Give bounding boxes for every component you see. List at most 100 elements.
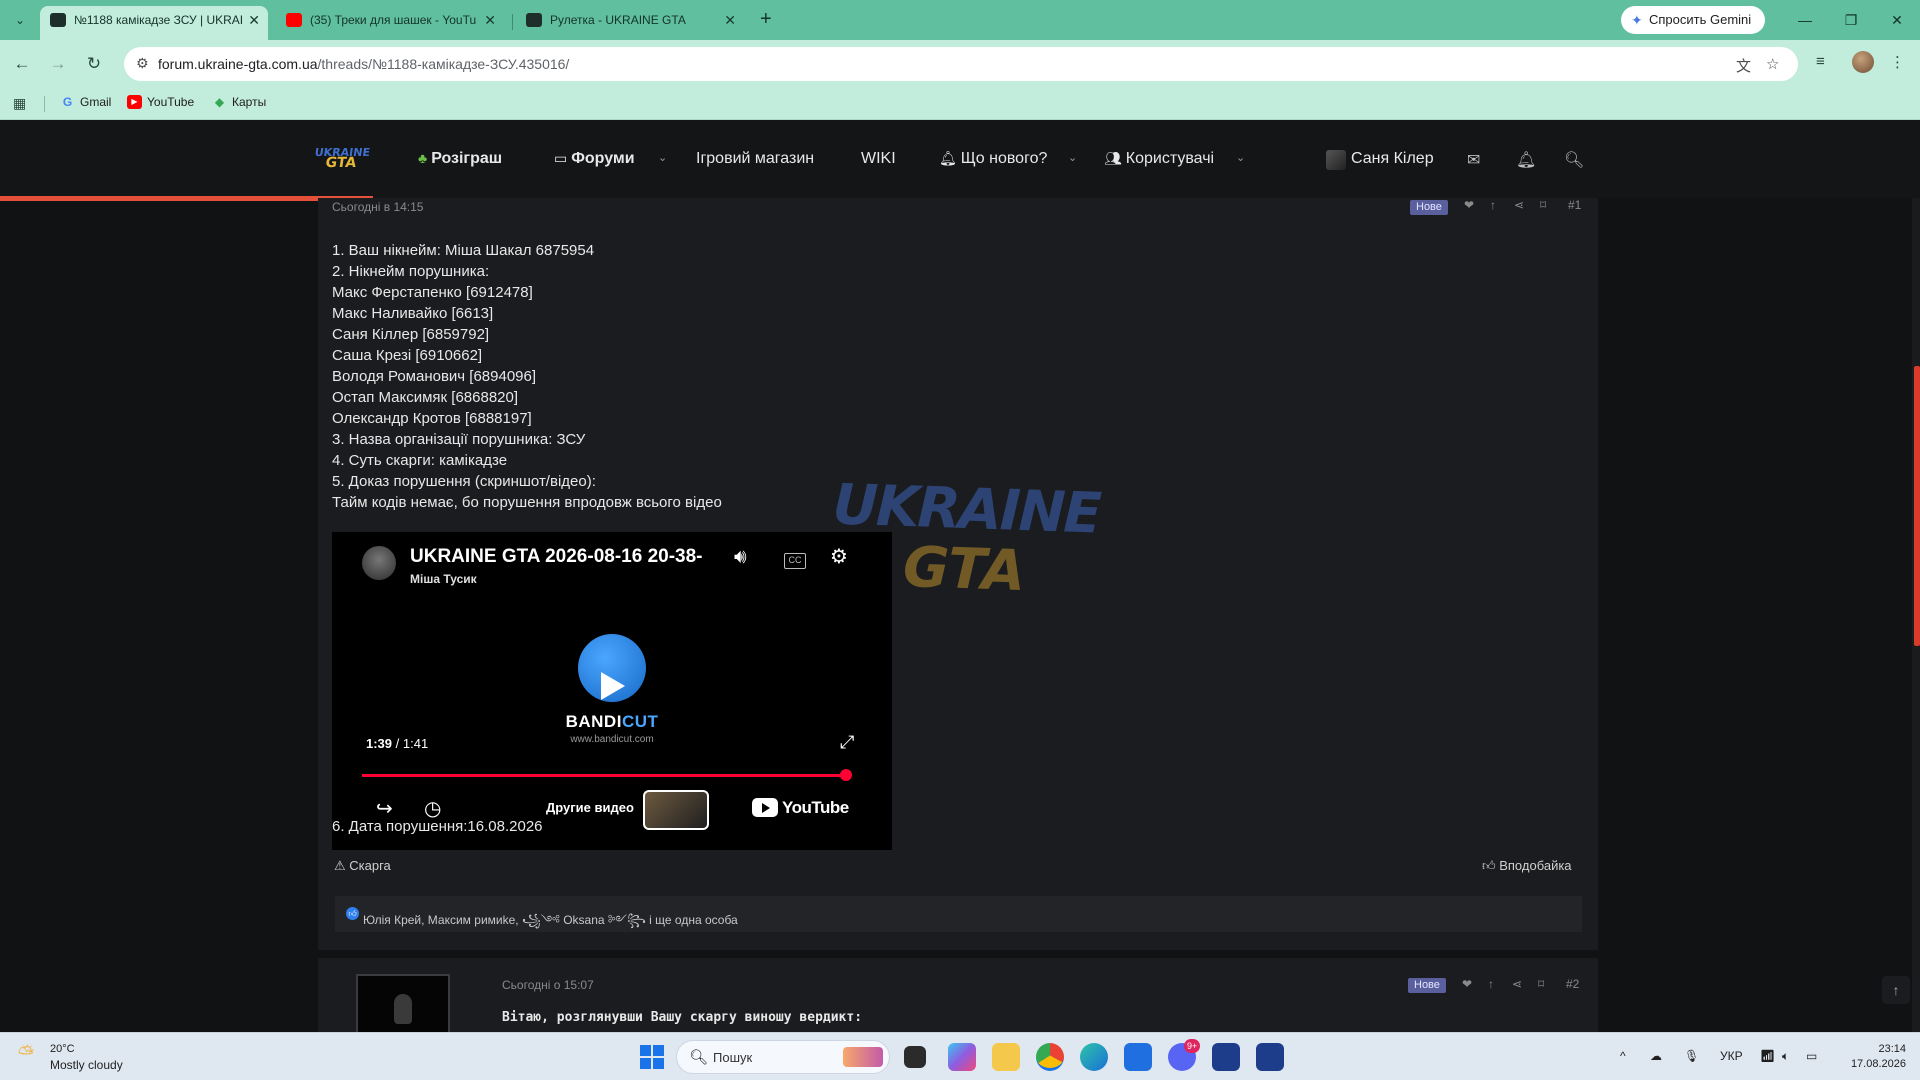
arrow-up-icon[interactable]: ↑ bbox=[1488, 977, 1494, 991]
video-progress-bar[interactable] bbox=[362, 774, 846, 777]
system-clock[interactable]: 23:14 17.08.2026 bbox=[1842, 1042, 1906, 1072]
bookmark-icon[interactable]: ⌑ bbox=[1540, 198, 1546, 212]
translate-icon[interactable]: 文 bbox=[1736, 55, 1751, 76]
file-explorer-icon[interactable] bbox=[992, 1043, 1020, 1071]
search-icon[interactable]: 🔍︎ bbox=[1564, 150, 1584, 170]
minimize-icon[interactable]: — bbox=[1790, 8, 1820, 32]
url-text[interactable]: forum.ukraine-gta.com.ua/threads/№1188-к… bbox=[158, 56, 569, 72]
nav-whats-new[interactable]: 🔔︎ Що нового? bbox=[939, 150, 1047, 168]
tab-roulette[interactable]: Рулетка - UKRAINE GTA ✕ bbox=[516, 6, 744, 40]
youtube-embed[interactable]: UKRAINE GTA 2026-08-16 20-38- Міша Тусик… bbox=[332, 532, 892, 850]
site-info-icon[interactable]: ⚙ bbox=[136, 55, 149, 72]
channel-avatar[interactable] bbox=[362, 546, 396, 580]
tab-youtube[interactable]: (35) Треки для шашек - YouTu ✕ bbox=[276, 6, 504, 40]
reload-icon[interactable]: ↻ bbox=[82, 52, 106, 76]
youtube-logo[interactable]: YouTube bbox=[752, 798, 849, 818]
close-tab-icon[interactable]: ✕ bbox=[724, 6, 736, 34]
post-number[interactable]: #2 bbox=[1566, 977, 1579, 991]
post-date[interactable]: Сьогодні о 15:07 bbox=[502, 978, 594, 992]
keyboard-language[interactable]: УКР bbox=[1720, 1049, 1743, 1063]
reaction-icon[interactable]: ❤ bbox=[1464, 198, 1474, 212]
nav-shop[interactable]: Ігровий магазин bbox=[696, 150, 814, 168]
like-button[interactable]: 👍︎ Вподобайка bbox=[1482, 858, 1572, 874]
profile-avatar[interactable] bbox=[1852, 51, 1874, 73]
apps-grid-icon[interactable]: ▦ bbox=[13, 95, 26, 112]
more-videos-thumbnail[interactable] bbox=[643, 790, 709, 830]
browser-menu-icon[interactable]: ⋮ bbox=[1890, 53, 1905, 71]
task-view-icon[interactable] bbox=[904, 1046, 926, 1068]
store-icon[interactable] bbox=[1124, 1043, 1152, 1071]
search-placeholder: Пошук bbox=[713, 1050, 753, 1065]
tab-search-icon[interactable]: ⌄ bbox=[10, 10, 30, 30]
wifi-icon[interactable]: 📶︎ bbox=[1760, 1049, 1775, 1063]
youtube-play-icon bbox=[752, 798, 778, 817]
chat-bubble-icon: ▭ bbox=[554, 150, 568, 166]
scrollbar-thumb[interactable] bbox=[1914, 366, 1920, 646]
weather-cloud-sun-icon[interactable]: ⛅︎ bbox=[18, 1043, 44, 1067]
arrow-up-icon[interactable]: ↑ bbox=[1490, 198, 1496, 212]
report-button[interactable]: ⚠ Скарга bbox=[334, 858, 391, 874]
play-icon[interactable] bbox=[601, 672, 625, 700]
more-videos-label[interactable]: Другие видео bbox=[546, 800, 634, 815]
post-number[interactable]: #1 bbox=[1568, 198, 1581, 212]
tray-chevron-up-icon[interactable]: ^ bbox=[1620, 1049, 1626, 1063]
speaker-icon[interactable]: 🔈︎ bbox=[1782, 1049, 1789, 1064]
video-title[interactable]: UKRAINE GTA 2026-08-16 20-38- bbox=[410, 546, 710, 568]
media-controls-icon[interactable]: ≡ bbox=[1816, 53, 1825, 70]
scroll-to-top-arrow-icon[interactable]: ↑ bbox=[1882, 976, 1910, 1004]
address-bar[interactable]: ⚙ forum.ukraine-gta.com.ua/threads/№1188… bbox=[124, 47, 1798, 81]
bookmark-gmail[interactable]: G Gmail bbox=[60, 95, 112, 109]
url-path: /threads/№1188-камікадзе-ЗСУ.435016/ bbox=[317, 56, 570, 72]
game-launcher-2-icon[interactable] bbox=[1256, 1043, 1284, 1071]
inbox-mail-icon[interactable]: ✉ bbox=[1467, 150, 1480, 170]
captions-icon[interactable]: CC bbox=[784, 553, 806, 569]
chevron-down-icon[interactable]: ⌄ bbox=[1236, 151, 1245, 164]
game-launcher-icon[interactable] bbox=[1212, 1043, 1240, 1071]
taskbar-search-input[interactable]: 🔍︎ Пошук bbox=[676, 1040, 890, 1074]
author-avatar[interactable] bbox=[356, 974, 450, 1032]
bookmark-star-icon[interactable]: ☆ bbox=[1766, 55, 1779, 73]
windows-start-icon[interactable] bbox=[640, 1045, 664, 1069]
user-avatar[interactable] bbox=[1326, 150, 1346, 170]
onedrive-cloud-icon[interactable]: ☁ bbox=[1650, 1049, 1662, 1063]
chevron-down-icon[interactable]: ⌄ bbox=[1068, 151, 1077, 164]
video-scrubber[interactable] bbox=[840, 769, 852, 781]
bookmark-youtube[interactable]: ▶ YouTube bbox=[127, 95, 194, 109]
chrome-icon[interactable] bbox=[1036, 1043, 1064, 1071]
share-icon[interactable]: ⋖ bbox=[1514, 198, 1524, 212]
weather-desc[interactable]: Mostly cloudy bbox=[50, 1058, 123, 1072]
site-logo[interactable]: UKRAINE GTA bbox=[309, 146, 373, 177]
nav-wiki[interactable]: WIKI bbox=[861, 150, 896, 168]
close-window-icon[interactable]: ✕ bbox=[1882, 8, 1912, 32]
restore-icon[interactable]: ❐ bbox=[1836, 8, 1866, 32]
nav-username[interactable]: Саня Кілер bbox=[1351, 150, 1434, 168]
share-icon[interactable]: ⋖ bbox=[1512, 977, 1522, 991]
battery-icon[interactable]: ▭ bbox=[1806, 1049, 1817, 1063]
back-arrow-icon[interactable]: ← bbox=[10, 52, 34, 76]
close-tab-icon[interactable]: ✕ bbox=[248, 6, 260, 34]
edge-icon[interactable] bbox=[1080, 1043, 1108, 1071]
chevron-down-icon[interactable]: ⌄ bbox=[658, 151, 667, 164]
tab-forum-thread[interactable]: №1188 камікадзе ЗСУ | UKRAI ✕ bbox=[40, 6, 268, 40]
weather-temp[interactable]: 20°C bbox=[50, 1043, 75, 1055]
report-label: Скарга bbox=[349, 858, 391, 873]
nav-forums[interactable]: ▭ Форуми bbox=[554, 150, 635, 168]
new-tab-plus-icon[interactable]: + bbox=[760, 8, 772, 31]
post-date[interactable]: Сьогодні в 14:15 bbox=[332, 200, 423, 214]
ask-gemini-button[interactable]: ✦ Спросить Gemini bbox=[1621, 6, 1765, 34]
bookmark-maps[interactable]: ◆ Карты bbox=[212, 95, 266, 109]
microphone-icon[interactable]: 🎙︎ bbox=[1684, 1049, 1699, 1063]
reactions-list[interactable]: Юлія Крей, Максим римиkе, ꧁༺ Oksana ༻꧂ і… bbox=[363, 907, 738, 941]
copilot-365-icon[interactable] bbox=[948, 1043, 976, 1071]
alerts-bell-icon[interactable]: 🔔︎ bbox=[1516, 150, 1536, 170]
video-channel[interactable]: Міша Тусик bbox=[410, 572, 477, 586]
close-tab-icon[interactable]: ✕ bbox=[484, 6, 496, 34]
reaction-icon[interactable]: ❤ bbox=[1462, 977, 1472, 991]
forward-arrow-icon[interactable]: → bbox=[46, 52, 70, 76]
fullscreen-icon[interactable]: ⤢ bbox=[840, 732, 854, 753]
volume-icon[interactable]: 🔊︎ bbox=[734, 546, 747, 569]
nav-giveaway[interactable]: ♣ Розіграш bbox=[418, 150, 502, 168]
nav-users[interactable]: 👥︎ Користувачі bbox=[1104, 150, 1214, 168]
discord-icon[interactable]: 9+ bbox=[1168, 1039, 1201, 1071]
bookmark-icon[interactable]: ⌑ bbox=[1538, 977, 1544, 991]
